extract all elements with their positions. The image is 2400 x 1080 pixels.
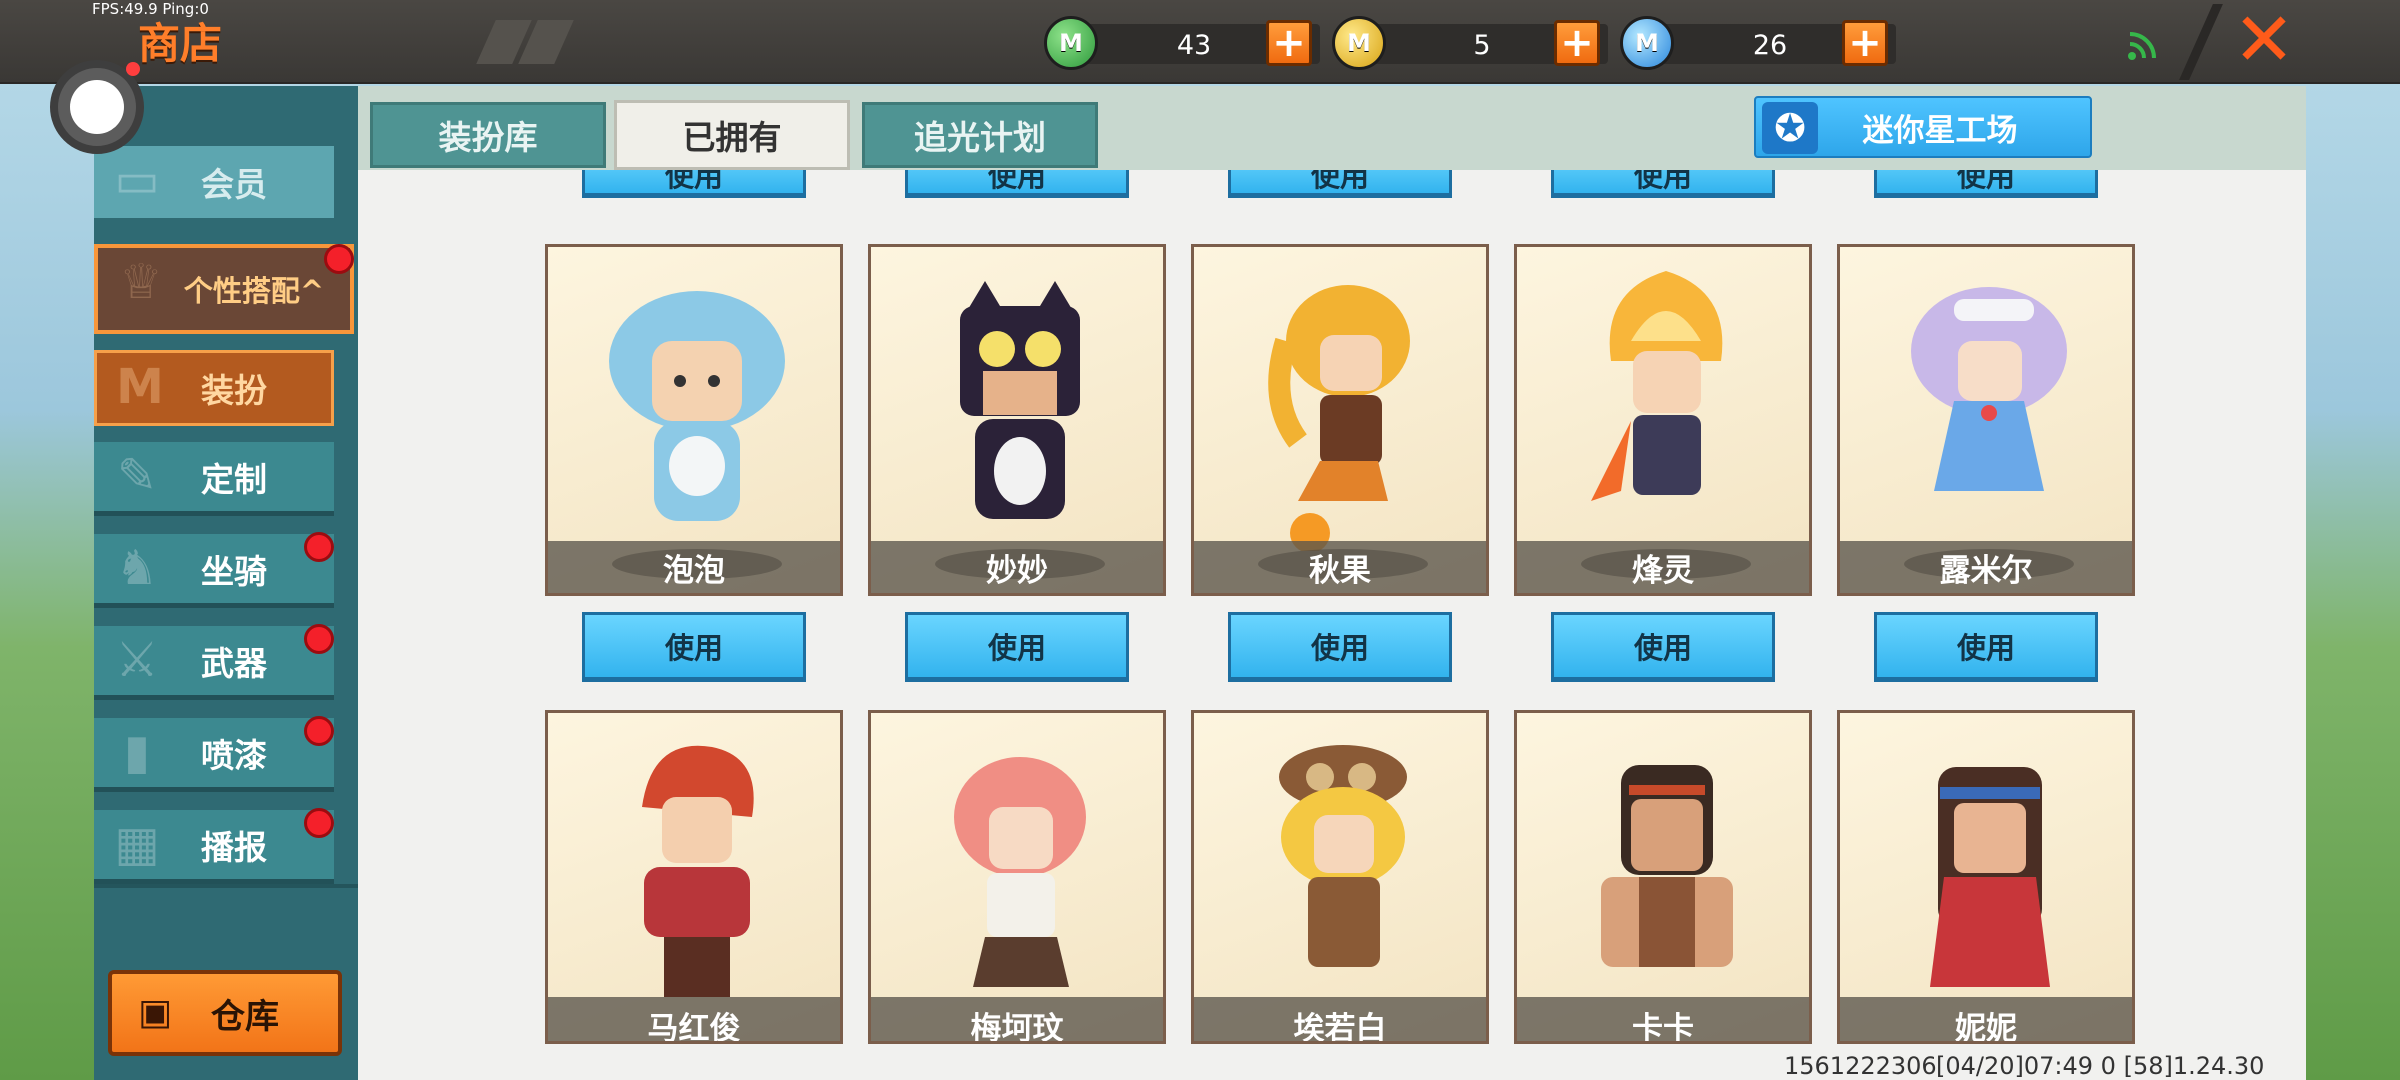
sidebar-item-customize[interactable]: ✎ 定制: [94, 442, 334, 516]
star-factory-label: 迷你星工场: [1862, 112, 2018, 149]
character-paopao-image: [609, 291, 785, 521]
character-ai-ruobai-image: [1279, 745, 1407, 967]
sidebar-item-label: 会员: [201, 165, 267, 204]
green-m-coin-icon: M: [1044, 16, 1098, 70]
shirt-icon: M: [116, 359, 164, 415]
sidebar-item-label: 装扮: [201, 371, 267, 410]
use-button[interactable]: 使用: [1874, 612, 2098, 682]
page-title: 商店: [138, 19, 223, 68]
outfit-name: 卡卡: [1517, 997, 1809, 1041]
notification-dot: [126, 62, 140, 76]
outfit-card[interactable]: 梅坷玟: [868, 710, 1166, 1044]
currency-value: 43: [1176, 30, 1212, 61]
sidebar-item-mount[interactable]: ♞ 坐骑: [94, 534, 334, 608]
sidebar-item-label: 喷漆: [201, 735, 267, 775]
sidebar-group-customize[interactable]: ♕ 个性搭配^: [94, 244, 354, 334]
use-button[interactable]: 使用: [582, 612, 806, 682]
trophy-icon: ♕: [119, 254, 163, 310]
outfit-name: 泡泡: [548, 541, 840, 593]
currency-blue: M 26 +: [1620, 14, 1896, 72]
mini-star-factory-button[interactable]: ✪ 迷你星工场: [1754, 96, 2092, 158]
tab-outfit-library[interactable]: 装扮库: [370, 102, 606, 168]
chest-icon: ▣: [137, 992, 172, 1033]
use-button[interactable]: 使用: [1228, 170, 1452, 198]
character-kaka-image: [1601, 765, 1733, 967]
use-button[interactable]: 使用: [1874, 170, 2098, 198]
add-currency-button[interactable]: +: [1842, 20, 1888, 66]
character-mei-kewen-image: [954, 757, 1086, 987]
outfit-name: 妙妙: [871, 541, 1163, 593]
add-currency-button[interactable]: +: [1266, 20, 1312, 66]
gift-box-icon: ▦: [114, 816, 160, 872]
sidebar-group-label: 个性搭配^: [183, 274, 325, 308]
outfit-grid: 使用 使用 使用 使用 使用 泡泡 妙妙 秋果 烽灵 露米尔 使用 使用 使用 …: [358, 170, 2306, 1080]
notification-badge: [324, 244, 354, 274]
use-button[interactable]: 使用: [905, 612, 1129, 682]
use-button[interactable]: 使用: [582, 170, 806, 198]
sidebar-item-spray[interactable]: ▮ 喷漆: [94, 718, 334, 792]
character-qiuguo-image: [1268, 285, 1410, 551]
tab-owned[interactable]: 已拥有: [614, 100, 850, 170]
mount-icon: ♞: [115, 540, 159, 596]
outfit-card[interactable]: 妙妙: [868, 244, 1166, 596]
notification-badge: [304, 716, 334, 746]
currency-value: 5: [1473, 30, 1491, 61]
outfit-card[interactable]: 埃若白: [1191, 710, 1489, 1044]
character-ma-hongjun-image: [642, 745, 754, 997]
outfit-name: 妮妮: [1840, 997, 2132, 1041]
currency-value: 26: [1752, 30, 1788, 61]
user-id: 1561222306: [1784, 1052, 1937, 1080]
sidebar-divider: [94, 884, 358, 888]
outfit-card[interactable]: 卡卡: [1514, 710, 1812, 1044]
notification-badge: [304, 532, 334, 562]
outfit-card[interactable]: 马红俊: [545, 710, 843, 1044]
outfit-card[interactable]: 烽灵: [1514, 244, 1812, 596]
outfit-card[interactable]: 露米尔: [1837, 244, 2135, 596]
sidebar-item-outfit[interactable]: M 装扮: [94, 350, 334, 426]
character-nini-image: [1930, 767, 2050, 987]
outfit-name: 马红俊: [548, 997, 840, 1041]
warehouse-button[interactable]: ▣ 仓库: [108, 970, 342, 1056]
outfit-name: 埃若白: [1194, 997, 1486, 1041]
use-button[interactable]: 使用: [1551, 612, 1775, 682]
outfit-name: 露米尔: [1840, 541, 2132, 593]
spray-can-icon: ▮: [123, 724, 151, 780]
vip-icon: ▭: [114, 152, 160, 208]
add-currency-button[interactable]: +: [1554, 20, 1600, 66]
currency-gold: M 5 +: [1332, 14, 1608, 72]
blue-m-coin-icon: M: [1620, 16, 1674, 70]
gun-icon: ⚔: [115, 632, 159, 688]
sidebar-item-weapon[interactable]: ⚔ 武器: [94, 626, 334, 700]
sidebar-item-label: 武器: [201, 643, 267, 683]
sidebar-item-label: 坐骑: [201, 551, 267, 591]
notification-badge: [304, 624, 334, 654]
version-timestamp: [04/20]07:49 0 [58]1.24.30: [1936, 1052, 2265, 1080]
character-miaomiao-image: [960, 281, 1080, 519]
tab-light-chase-plan[interactable]: 追光计划: [862, 102, 1098, 168]
outfit-card[interactable]: 秋果: [1191, 244, 1489, 596]
character-fengling-image: [1591, 271, 1723, 501]
pencil-icon: ✎: [116, 448, 158, 504]
use-button[interactable]: 使用: [905, 170, 1129, 198]
warehouse-label: 仓库: [211, 996, 279, 1037]
use-button[interactable]: 使用: [1551, 170, 1775, 198]
gold-m-coin-icon: M: [1332, 16, 1386, 70]
avatar: [70, 80, 124, 134]
outfit-card[interactable]: 泡泡: [545, 244, 843, 596]
outfit-card[interactable]: 妮妮: [1837, 710, 2135, 1044]
sidebar-item-broadcast[interactable]: ▦ 播报: [94, 810, 334, 884]
outfit-name: 梅坷玟: [871, 997, 1163, 1041]
notification-badge: [304, 808, 334, 838]
sidebar-item-label: 播报: [201, 827, 267, 867]
star-icon: ✪: [1762, 102, 1818, 154]
outfit-name: 烽灵: [1517, 541, 1809, 593]
sidebar-item-vip[interactable]: ▭ 会员: [94, 146, 334, 218]
currency-green: M 43 +: [1044, 14, 1320, 72]
signal-icon: [2128, 32, 2156, 60]
use-button[interactable]: 使用: [1228, 612, 1452, 682]
close-button[interactable]: ✕: [2228, 3, 2300, 77]
character-lumier-image: [1911, 287, 2067, 491]
sidebar-item-label: 定制: [201, 459, 267, 499]
outfit-name: 秋果: [1194, 541, 1486, 593]
